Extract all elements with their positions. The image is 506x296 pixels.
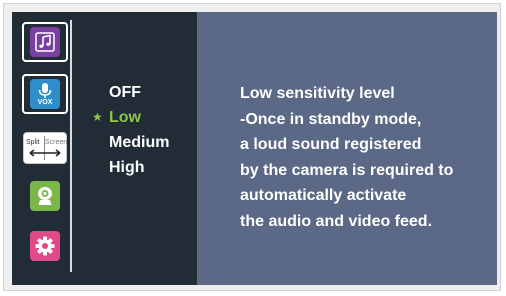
description-line: a loud sound registered bbox=[240, 136, 422, 153]
menu-option-high[interactable]: High bbox=[92, 155, 169, 180]
menu-option-label: OFF bbox=[109, 84, 141, 101]
sidebar-item-vox[interactable]: VOX bbox=[22, 74, 68, 114]
screen-label: Screen bbox=[45, 139, 68, 146]
menu-option-off[interactable]: OFF bbox=[92, 80, 169, 105]
description-text: Low sensitivity level -Once in standby m… bbox=[240, 81, 453, 234]
sensitivity-menu: OFF ★ Low Medium High bbox=[92, 80, 169, 180]
description-line: automatically activate bbox=[240, 187, 407, 204]
split-label: Split bbox=[26, 139, 40, 146]
description-line: -Once in standby mode, bbox=[240, 110, 422, 128]
menu-option-medium[interactable]: Medium bbox=[92, 130, 169, 155]
microphone-icon: VOX bbox=[30, 79, 60, 109]
vox-label: VOX bbox=[37, 99, 53, 106]
menu-option-label: Medium bbox=[109, 134, 170, 151]
description-line: the audio and video feed. bbox=[240, 212, 433, 230]
sidebar-item-settings[interactable] bbox=[22, 226, 68, 266]
camera-icon bbox=[30, 181, 60, 211]
description-line: by the camera is required to bbox=[240, 161, 454, 179]
description-line: Low sensitivity level bbox=[240, 85, 395, 102]
selected-star-icon: ★ bbox=[92, 110, 103, 124]
gear-icon bbox=[30, 231, 60, 261]
split-screen-icon: Split Screen bbox=[23, 132, 67, 164]
music-note-icon bbox=[30, 27, 60, 57]
sidebar-divider bbox=[70, 20, 72, 272]
sidebar-item-camera[interactable] bbox=[22, 176, 68, 216]
menu-option-label: High bbox=[109, 159, 145, 176]
menu-option-label: Low bbox=[109, 109, 141, 126]
sidebar-item-split-screen[interactable]: Split Screen bbox=[22, 128, 68, 168]
sidebar-item-music[interactable] bbox=[22, 22, 68, 62]
menu-option-low[interactable]: ★ Low bbox=[92, 105, 169, 130]
